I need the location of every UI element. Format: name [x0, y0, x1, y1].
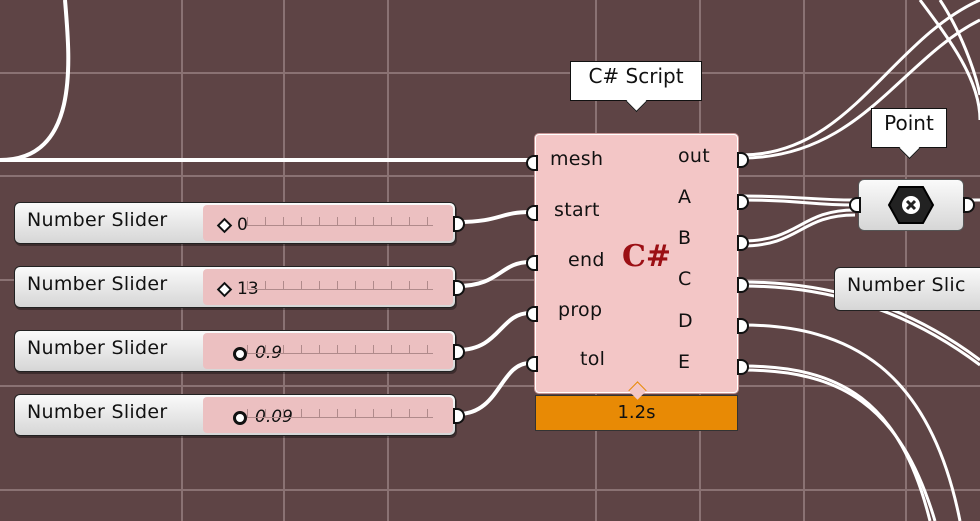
csharp-script-component[interactable]: mesh start end prop tol out A B C D E C# [526, 134, 749, 393]
runtime-label: 1.2s [617, 402, 656, 423]
slider-rail[interactable]: 13 [203, 269, 453, 305]
output-param-b[interactable]: B [678, 227, 691, 249]
csharp-logo-icon: C# [622, 239, 671, 274]
input-param-tol[interactable]: tol [580, 348, 605, 370]
slider-track[interactable] [247, 409, 433, 418]
canvas-grid [0, 0, 980, 521]
output-param-out[interactable]: out [678, 145, 710, 167]
slider-rail[interactable]: 0.9 [203, 333, 453, 369]
tooltip-text: Point [884, 111, 934, 135]
number-slider-partial[interactable]: Number Slic [834, 267, 980, 311]
slider-handle-circle-icon[interactable] [233, 411, 247, 425]
input-param-start[interactable]: start [554, 199, 600, 221]
slider-label: Number Slic [847, 274, 966, 296]
slider-handle-diamond-icon[interactable] [216, 217, 233, 234]
slider-track[interactable] [247, 345, 433, 354]
input-grip[interactable] [849, 197, 861, 213]
csharp-logo-text: C# [622, 239, 672, 274]
runtime-bar: 1.2s [535, 381, 738, 431]
input-grip[interactable] [526, 155, 538, 171]
output-param-d[interactable]: D [678, 310, 693, 332]
slider-label: Number Slider [27, 401, 168, 423]
input-param-mesh[interactable]: mesh [550, 148, 603, 170]
input-grip[interactable] [526, 255, 538, 271]
slider-handle-diamond-icon[interactable] [216, 281, 233, 298]
slider-handle-circle-icon[interactable] [233, 347, 247, 361]
slider-label: Number Slider [27, 209, 168, 231]
point-tooltip: Point [871, 108, 947, 160]
input-grip[interactable] [526, 356, 538, 372]
slider-rail[interactable]: 0.09 [203, 397, 453, 433]
slider-label: Number Slider [27, 273, 168, 295]
number-slider[interactable]: Number Slider 0.09 [14, 394, 465, 436]
input-grip[interactable] [526, 306, 538, 322]
input-param-end[interactable]: end [568, 249, 605, 271]
output-param-c[interactable]: C [678, 268, 692, 290]
canvas-wires [0, 0, 980, 521]
number-slider[interactable]: Number Slider 13 [14, 266, 465, 308]
output-param-a[interactable]: A [678, 186, 691, 208]
slider-track[interactable] [247, 217, 433, 226]
input-grip[interactable] [526, 205, 538, 221]
number-slider[interactable]: Number Slider 0 [14, 202, 465, 244]
point-component[interactable] [849, 179, 975, 231]
slider-rail[interactable]: 0 [203, 205, 453, 241]
connection-wires [0, 0, 980, 521]
number-slider[interactable]: Number Slider 0.9 [14, 330, 465, 372]
point-x-icon [887, 186, 935, 224]
output-param-e[interactable]: E [678, 351, 690, 373]
script-tooltip: C# Script [570, 61, 702, 113]
slider-track[interactable] [247, 281, 433, 290]
input-param-prop[interactable]: prop [558, 299, 602, 321]
tooltip-text: C# Script [588, 64, 684, 88]
slider-label: Number Slider [27, 337, 168, 359]
